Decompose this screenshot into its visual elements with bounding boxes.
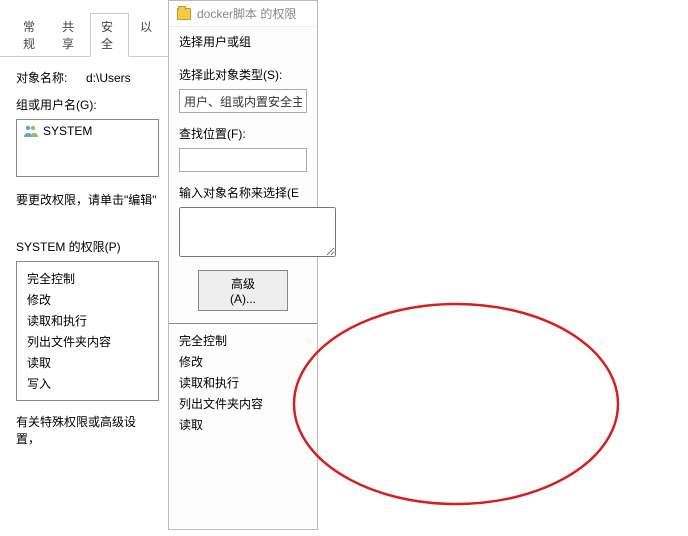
object-type-field[interactable] (179, 89, 307, 113)
folder-icon (177, 8, 191, 20)
permissions-box: 完全控制 修改 读取和执行 列出文件夹内容 读取 写入 (16, 261, 159, 401)
perm-row: 完全控制 (179, 330, 307, 351)
find-location-field[interactable] (179, 148, 307, 172)
perm-row: 写入 (27, 373, 148, 394)
perm-row: 读取和执行 (27, 310, 148, 331)
perm-row: 读取 (179, 414, 307, 435)
permissions-header: SYSTEM 的权限(P) (16, 238, 159, 255)
list-item-label: SYSTEM (43, 124, 92, 138)
tab-more[interactable]: 以 (129, 13, 163, 57)
advanced-button[interactable]: 高级(A)... (198, 270, 288, 311)
group-icon (23, 124, 39, 138)
list-item[interactable]: SYSTEM (19, 122, 156, 140)
perm-row: 修改 (27, 289, 148, 310)
object-path: d:\Users (86, 71, 131, 85)
perm-row: 完全控制 (27, 268, 148, 289)
groups-listbox[interactable]: SYSTEM (16, 119, 159, 177)
permissions-box-2: 完全控制 修改 读取和执行 列出文件夹内容 读取 (169, 323, 317, 441)
properties-security-panel: 常规 共享 安全 以 对象名称: d:\Users 组或用户名(G): SYST… (0, 0, 175, 536)
tab-security[interactable]: 安全 (90, 13, 129, 57)
enter-names-field[interactable] (179, 207, 336, 257)
select-users-dialog: docker脚本 的权限 选择用户或组 选择此对象类型(S): 查找位置(F):… (168, 0, 318, 530)
groups-label: 组或用户名(G): (16, 96, 159, 113)
enter-names-label: 输入对象名称来选择(E (179, 184, 307, 201)
find-location-label: 查找位置(F): (179, 125, 307, 142)
perm-row: 读取和执行 (179, 372, 307, 393)
annotation-ellipse (286, 296, 626, 512)
object-type-label: 选择此对象类型(S): (179, 66, 307, 83)
select-user-label: 选择用户或组 (179, 33, 307, 50)
object-name-label: 对象名称: (16, 69, 86, 86)
special-permissions-note: 有关特殊权限或高级设置， (16, 413, 159, 447)
tab-share[interactable]: 共享 (51, 13, 90, 57)
dialog-title: docker脚本 的权限 (197, 5, 296, 22)
properties-tabs: 常规 共享 安全 以 (0, 0, 175, 57)
perm-row: 列出文件夹内容 (179, 393, 307, 414)
dialog-titlebar: docker脚本 的权限 (169, 1, 317, 27)
perm-row: 读取 (27, 352, 148, 373)
perm-row: 列出文件夹内容 (27, 331, 148, 352)
perm-row: 修改 (179, 351, 307, 372)
tab-general[interactable]: 常规 (12, 13, 51, 57)
change-permission-note: 要更改权限，请单击"编辑" (16, 191, 159, 208)
